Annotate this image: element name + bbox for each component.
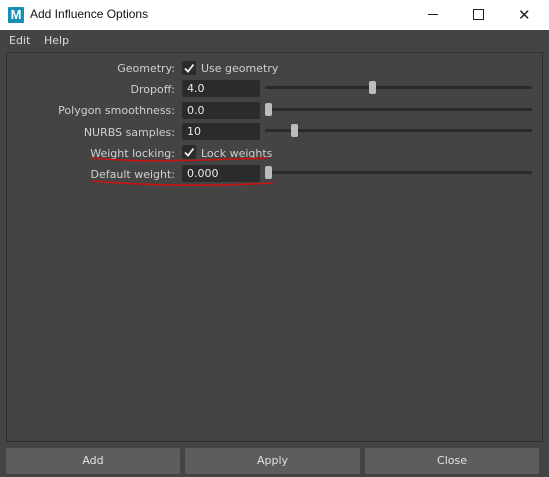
- maximize-button[interactable]: [456, 0, 502, 30]
- menu-bar: Edit Help: [0, 30, 549, 51]
- window-title: Add Influence Options: [30, 7, 149, 21]
- close-icon: ✕: [518, 6, 531, 24]
- maya-app-icon: M: [8, 7, 24, 23]
- nurbs-samples-slider[interactable]: [265, 129, 532, 132]
- checkmark-icon: [184, 63, 195, 73]
- nurbs-samples-label: NURBS samples:: [83, 126, 175, 139]
- geometry-label: Geometry:: [117, 62, 175, 75]
- close-button[interactable]: Close: [365, 448, 539, 474]
- polygon-smoothness-slider[interactable]: [265, 108, 532, 111]
- apply-button[interactable]: Apply: [185, 448, 360, 474]
- menu-edit[interactable]: Edit: [9, 34, 30, 47]
- minimize-button[interactable]: [410, 0, 456, 30]
- close-window-button[interactable]: ✕: [502, 0, 548, 30]
- nurbs-samples-slider-handle[interactable]: [291, 124, 298, 137]
- polygon-smoothness-slider-handle[interactable]: [265, 103, 272, 116]
- dropoff-label: Dropoff:: [130, 83, 175, 96]
- lock-weights-checkbox[interactable]: [182, 145, 196, 159]
- add-button[interactable]: Add: [6, 448, 180, 474]
- checkmark-icon: [184, 147, 195, 157]
- use-geometry-label: Use geometry: [201, 62, 279, 75]
- nurbs-samples-field[interactable]: 10: [182, 123, 260, 140]
- menu-help[interactable]: Help: [44, 34, 69, 47]
- default-weight-slider[interactable]: [265, 171, 532, 174]
- dropoff-slider[interactable]: [265, 86, 532, 89]
- dropoff-slider-handle[interactable]: [369, 81, 376, 94]
- use-geometry-checkbox[interactable]: [182, 61, 196, 75]
- lock-weights-label: Lock weights: [201, 147, 273, 160]
- default-weight-field[interactable]: 0.000: [182, 165, 260, 182]
- dropoff-field[interactable]: 4.0: [182, 80, 260, 97]
- weight-locking-label: Weight locking:: [90, 147, 175, 160]
- default-weight-slider-handle[interactable]: [265, 166, 272, 179]
- default-weight-label: Default weight:: [90, 168, 175, 181]
- polygon-smoothness-field[interactable]: 0.0: [182, 102, 260, 119]
- title-bar: M Add Influence Options ✕: [0, 0, 549, 30]
- polygon-smoothness-label: Polygon smoothness:: [58, 104, 175, 117]
